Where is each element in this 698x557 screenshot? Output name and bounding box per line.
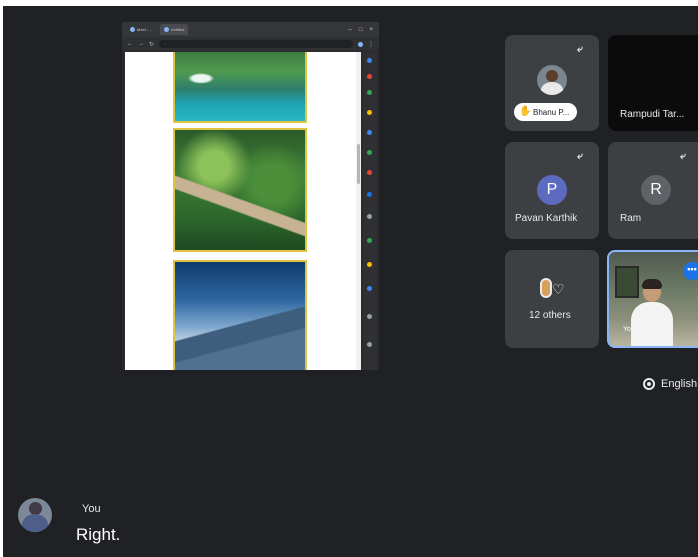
self-view-tile[interactable]: Yo •••: [607, 250, 698, 348]
self-video-body: [631, 302, 673, 346]
mountains-image: [173, 260, 307, 370]
more-options-icon[interactable]: •••: [683, 262, 698, 280]
caption-language-selector[interactable]: English: [643, 378, 697, 390]
maximize-icon[interactable]: □: [359, 27, 363, 33]
avatar: [537, 65, 567, 95]
avatar-body: [541, 82, 563, 95]
others-avatars-icon: ♡: [538, 276, 568, 300]
tab-favicon-icon: [130, 27, 135, 32]
language-settings-icon: [643, 378, 655, 390]
tab-label: Meet - ...: [137, 27, 153, 32]
participant-tile-rampudi[interactable]: Rampudi Tar...: [608, 35, 698, 131]
participant-name: Bhanu P...: [533, 107, 570, 117]
meeting-stage: Meet - ... Untitled – □ × ← → ↻ ... ⋮ ⤶ …: [3, 6, 698, 557]
browser-tab[interactable]: Meet - ...: [126, 24, 157, 35]
participant-tile-ram[interactable]: ⤶ R Ram: [608, 142, 698, 239]
person-icon: [540, 278, 552, 298]
participant-tile-bhanu[interactable]: ⤶ ✋ Bhanu P...: [505, 35, 599, 131]
caption-text: Right.: [76, 525, 121, 544]
raised-hand-icon: ✋: [519, 106, 532, 117]
rail-app-icon[interactable]: [367, 314, 372, 319]
self-video-hair: [642, 279, 662, 289]
avatar: P: [537, 175, 567, 205]
page-scrollbar[interactable]: [356, 52, 361, 370]
tab-label: Untitled: [170, 27, 185, 32]
rail-app-icon[interactable]: [367, 90, 372, 95]
rail-app-icon[interactable]: [367, 170, 372, 175]
browser-tab-active[interactable]: Untitled: [159, 24, 189, 35]
caption-speaker-name: You: [82, 503, 101, 515]
participant-name: Rampudi Tar...: [620, 109, 685, 120]
avatar: R: [641, 175, 671, 205]
rail-app-icon[interactable]: [367, 342, 372, 347]
forest-path-image: [173, 128, 307, 252]
rail-app-icon[interactable]: [367, 110, 372, 115]
background-window: [615, 266, 639, 298]
rail-app-icon[interactable]: [367, 286, 372, 291]
rail-app-icon[interactable]: [367, 192, 372, 197]
pin-icon[interactable]: ⤶: [577, 151, 587, 163]
minimize-icon[interactable]: –: [349, 27, 352, 33]
shared-screen: Meet - ... Untitled – □ × ← → ↻ ... ⋮: [122, 22, 379, 370]
scrollbar-thumb[interactable]: [357, 144, 360, 184]
avatar-head: [546, 70, 558, 82]
rail-app-icon[interactable]: [367, 214, 372, 219]
person-outline-icon: ♡: [552, 281, 565, 297]
window-controls: – □ ×: [349, 27, 379, 33]
participant-name: Ram: [620, 213, 642, 224]
rail-app-icon[interactable]: [367, 74, 372, 79]
participant-tile-pavan[interactable]: ⤶ P Pavan Karthik: [505, 142, 599, 239]
pin-icon[interactable]: ⤶: [577, 44, 587, 56]
waterfall-image: [173, 52, 307, 123]
tab-favicon-icon: [163, 27, 169, 32]
raised-hand-badge: ✋ Bhanu P...: [514, 103, 578, 121]
others-tile[interactable]: ♡ 12 others: [505, 250, 599, 348]
extension-icon[interactable]: [358, 41, 363, 47]
close-icon[interactable]: ×: [369, 27, 373, 33]
menu-icon[interactable]: ⋮: [368, 41, 374, 48]
rail-app-icon[interactable]: [367, 262, 372, 267]
self-name-label: Yo: [623, 326, 631, 333]
browser-tabbar: Meet - ... Untitled – □ ×: [122, 22, 379, 37]
page-viewport[interactable]: [125, 52, 359, 370]
others-count-label: 12 others: [529, 310, 571, 321]
browser-toolbar: ← → ↻ ... ⋮: [122, 37, 379, 51]
side-panel-rail: [363, 52, 377, 370]
rail-app-icon[interactable]: [367, 238, 372, 243]
rail-app-icon[interactable]: [367, 150, 372, 155]
address-bar[interactable]: ...: [159, 40, 353, 48]
pin-icon[interactable]: ⤶: [680, 151, 690, 163]
forward-icon[interactable]: →: [138, 41, 144, 47]
rail-app-icon[interactable]: [367, 58, 372, 63]
avatar-body: [22, 514, 48, 532]
reload-icon[interactable]: ↻: [149, 41, 154, 48]
participant-name: Pavan Karthik: [515, 213, 578, 224]
rail-app-icon[interactable]: [367, 130, 372, 135]
caption-speaker-avatar: [18, 498, 52, 532]
back-icon[interactable]: ←: [127, 41, 133, 47]
caption-language-label: English: [661, 378, 698, 390]
